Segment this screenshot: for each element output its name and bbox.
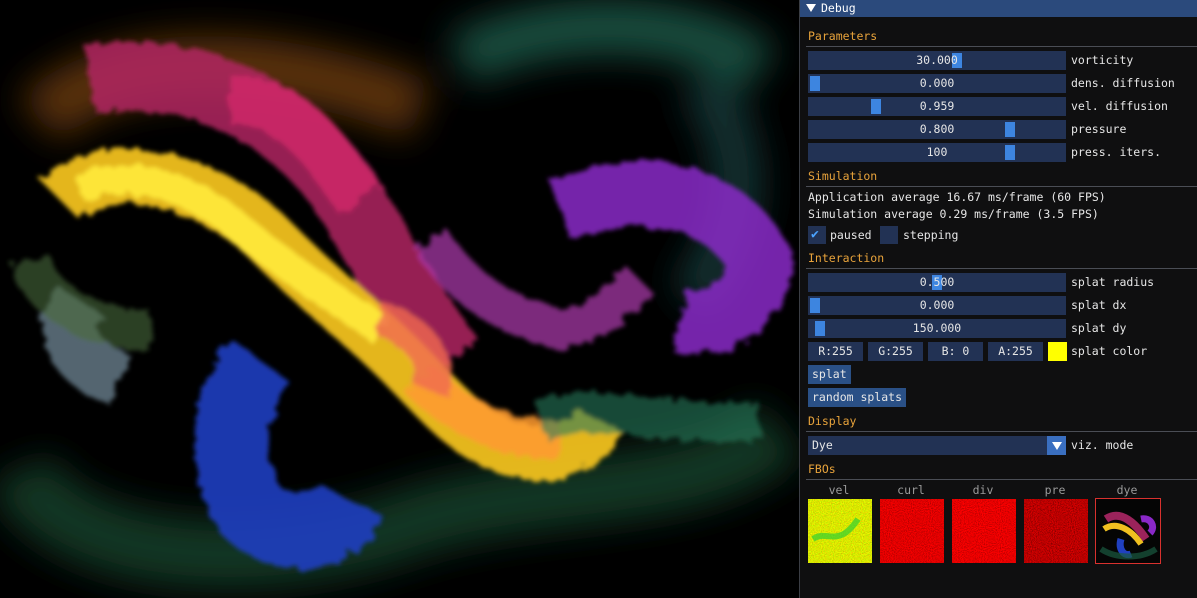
checkmark-icon: ✔ [811,227,819,242]
splat-dx-label: splat dx [1071,298,1127,312]
splat-color-r-field[interactable]: R:255 [808,342,863,361]
vorticity-label: vorticity [1071,53,1134,67]
fbo-label: dye [1116,483,1138,497]
separator [806,186,1197,187]
section-interaction: Interaction [808,251,885,265]
fbo-curl[interactable]: curl [878,482,944,564]
viz-mode-label: viz. mode [1071,438,1134,452]
splat-radius-value: 0.500 [919,275,955,289]
fbo-curl-thumbnail[interactable] [879,498,945,564]
window-title: Debug [821,1,856,15]
dens-diffusion-label: dens. diffusion [1071,76,1175,90]
viz-mode-value: Dye [812,438,833,452]
vel-diffusion-slider[interactable]: 0.959 [808,97,1066,116]
viz-mode-combo[interactable]: Dye [808,436,1066,455]
fluid-viewport[interactable] [0,0,799,598]
splat-color-a-field[interactable]: A:255 [988,342,1043,361]
splat-color-label: splat color [1071,344,1148,358]
fbo-vel[interactable]: vel [806,482,872,564]
splat-dy-label: splat dy [1071,321,1127,335]
fbo-dye-thumbnail[interactable] [1095,498,1161,564]
debug-panel: Debug Parameters 30.000 vorticity 0.000 den… [799,0,1197,598]
paused-label: paused [830,228,872,242]
pressure-label: pressure [1071,122,1127,136]
fbo-vel-thumbnail[interactable] [807,498,873,564]
fbo-div-thumbnail[interactable] [951,498,1017,564]
debug-title-bar[interactable]: Debug [800,0,1197,17]
splat-dy-value: 150.000 [912,321,962,335]
collapse-triangle-icon[interactable] [806,3,816,12]
fbo-label: pre [1044,483,1066,497]
section-fbos: FBOs [808,462,836,476]
separator [806,479,1197,480]
separator [806,268,1197,269]
pressure-value: 0.800 [919,122,955,136]
fbo-div[interactable]: div [950,482,1016,564]
dropdown-arrow-icon[interactable] [1047,436,1066,455]
separator [806,46,1197,47]
fbo-label: vel [828,483,850,497]
fbo-label: div [972,483,994,497]
press-iters-label: press. iters. [1071,145,1162,159]
stepping-checkbox[interactable] [880,226,898,244]
dens-diffusion-value: 0.000 [919,76,955,90]
random-splats-button[interactable]: random splats [808,388,907,407]
splat-color-g-field[interactable]: G:255 [868,342,923,361]
vorticity-slider[interactable]: 30.000 [808,51,1066,70]
separator [806,431,1197,432]
vel-diffusion-value: 0.959 [919,99,955,113]
splat-button[interactable]: splat [808,365,851,384]
sim-average-text: Simulation average 0.29 ms/frame (3.5 FP… [808,207,1099,221]
vel-diffusion-label: vel. diffusion [1071,99,1168,113]
section-simulation: Simulation [808,169,878,183]
splat-radius-label: splat radius [1071,275,1155,289]
splat-dy-slider[interactable]: 150.000 [808,319,1066,338]
pressure-slider[interactable]: 0.800 [808,120,1066,139]
splat-color-swatch[interactable] [1048,342,1067,361]
app-average-text: Application average 16.67 ms/frame (60 F… [808,190,1106,204]
stepping-label: stepping [903,228,959,242]
press-iters-value: 100 [926,145,948,159]
fbo-label: curl [897,483,925,497]
splat-color-b-field[interactable]: B: 0 [928,342,983,361]
dens-diffusion-slider[interactable]: 0.000 [808,74,1066,93]
fbo-pre[interactable]: pre [1022,482,1088,564]
section-parameters: Parameters [808,29,878,43]
fbo-dye[interactable]: dye [1094,482,1161,564]
splat-dx-value: 0.000 [919,298,955,312]
fbo-pre-thumbnail[interactable] [1023,498,1089,564]
paused-checkbox[interactable]: ✔ [808,226,826,244]
press-iters-slider[interactable]: 100 [808,143,1066,162]
vorticity-value: 30.000 [916,53,958,67]
section-display: Display [808,414,857,428]
dye-canvas[interactable] [0,0,799,598]
splat-dx-slider[interactable]: 0.000 [808,296,1066,315]
splat-radius-slider[interactable]: 0.500 [808,273,1066,292]
